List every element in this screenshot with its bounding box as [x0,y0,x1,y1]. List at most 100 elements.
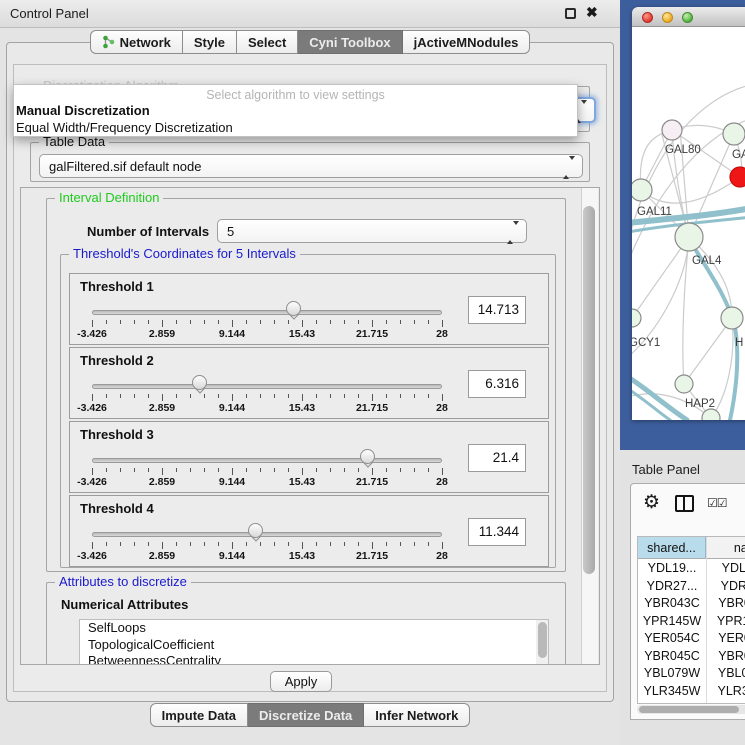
tick-mark [232,320,233,327]
scrollbar-thumb[interactable] [639,706,739,713]
network-node-node-red[interactable] [730,167,745,187]
tab-jactivemnodules[interactable]: jActiveMNodules [403,30,531,54]
table-cell[interactable]: YER054C [707,630,745,648]
slider-track[interactable] [92,458,442,463]
table-cell[interactable]: YLR345W [638,683,706,701]
table-row[interactable]: YBL079WYBL079W [638,665,745,683]
tick-mark [400,394,401,398]
table-row[interactable]: YLR345WYLR345W [638,683,745,701]
tick-mark [274,542,275,546]
tick-mark [386,320,387,324]
attribute-list-item[interactable]: BetweennessCentrality [80,653,548,665]
table-row[interactable]: YER054CYER054C [638,630,745,648]
table-cell[interactable]: YER054C [638,630,706,648]
tick-mark [358,394,359,398]
tick-mark [134,468,135,472]
slider-thumb[interactable] [192,375,208,397]
table-cell[interactable]: YIL052C [707,700,745,704]
minimize-traffic-light-icon[interactable] [662,12,673,23]
threshold-value-field[interactable]: 11.344 [468,518,526,546]
number-of-intervals-value: 5 [227,224,234,239]
threshold-value-field[interactable]: 21.4 [468,444,526,472]
table-cell[interactable]: YDL19... [707,560,745,578]
network-edge[interactable] [641,177,740,203]
network-node-hap2[interactable] [675,375,693,393]
table-cell[interactable]: YDR27... [707,578,745,596]
tick-mark [288,394,289,398]
network-node-gcy1[interactable] [632,309,641,327]
table-row[interactable]: YDR27...YDR27... [638,578,745,596]
slider-track[interactable] [92,532,442,537]
scrollbar-thumb[interactable] [583,206,595,574]
table-cell[interactable]: YBR045C [707,648,745,666]
tab-infer-network[interactable]: Infer Network [364,703,470,727]
tab-cyni-toolbox[interactable]: Cyni Toolbox [298,30,402,54]
column-header-name[interactable]: na... [707,537,745,559]
network-node-gal4[interactable] [675,223,703,251]
tab-style[interactable]: Style [183,30,237,54]
tick-mark [372,320,373,327]
table-data-combobox[interactable]: galFiltered.sif default node [39,154,583,178]
vertical-scrollbar[interactable] [581,188,598,664]
slider-thumb[interactable] [286,301,302,323]
threshold-value-field[interactable]: 14.713 [468,296,526,324]
table-cell[interactable]: YBR043C [638,595,706,613]
apply-button[interactable]: Apply [270,671,332,692]
tab-discretize-data[interactable]: Discretize Data [248,703,364,727]
slider-thumb[interactable] [248,523,264,545]
numerical-attributes-list[interactable]: SelfLoopsTopologicalCoefficientBetweenne… [79,619,549,665]
attribute-list-item[interactable]: SelfLoops [80,620,548,637]
network-node-node-top-right[interactable] [723,123,745,145]
tab-network[interactable]: Network [90,30,183,54]
network-node-gal80[interactable] [662,120,682,140]
threshold-value-field[interactable]: 6.316 [468,370,526,398]
table-cell[interactable]: YDL19... [638,560,706,578]
table-row[interactable]: YBR043CYBR043C [638,595,745,613]
table-cell[interactable]: YPR145W [707,613,745,631]
network-node-node-right-mid[interactable] [721,307,743,329]
slider-track[interactable] [92,384,442,389]
select-columns-checkboxes-icon[interactable]: ☑☑ [707,496,727,510]
slider-track[interactable] [92,310,442,315]
tick-label: 21.715 [356,476,388,488]
tick-mark [176,542,177,546]
columns-icon[interactable] [675,495,694,512]
table-cell[interactable]: YLR345W [707,683,745,701]
tick-mark [176,468,177,472]
close-traffic-light-icon[interactable] [642,12,653,23]
tick-label: 28 [436,476,448,488]
tab-select[interactable]: Select [237,30,298,54]
network-canvas[interactable]: GAL80GAGAL11GAL4GCY1HHAP2 [632,27,745,420]
node-attribute-table[interactable]: shared... na... YDL19...YDL19...YDR27...… [637,536,745,704]
table-cell[interactable]: YPR145W [638,613,706,631]
table-cell[interactable]: YBL079W [707,665,745,683]
table-row[interactable]: YDL19...YDL19... [638,560,745,578]
zoom-traffic-light-icon[interactable] [682,12,693,23]
list-scrollbar[interactable] [536,620,548,664]
table-row[interactable]: YIL052CYIL052C [638,700,745,704]
float-window-icon[interactable] [565,8,576,19]
attribute-list-item[interactable]: TopologicalCoefficient [80,637,548,654]
slider-thumb[interactable] [360,449,376,471]
table-cell[interactable]: YBR045C [638,648,706,666]
tick-mark [386,468,387,472]
tick-mark [274,394,275,398]
gear-icon[interactable]: ⚙ [643,491,660,514]
horizontal-scrollbar[interactable] [637,705,745,714]
table-cell[interactable]: YIL052C [638,700,706,704]
network-node-gal11[interactable] [632,179,652,201]
table-row[interactable]: YPR145WYPR145W [638,613,745,631]
network-edge[interactable] [684,318,732,384]
popup-option-equal-width-frequency-discretization[interactable]: Equal Width/Frequency Discretization [16,120,233,135]
column-header-shared-name[interactable]: shared... [638,537,706,559]
table-cell[interactable]: YBL079W [638,665,706,683]
tab-impute-data[interactable]: Impute Data [150,703,248,727]
close-icon[interactable]: ✖ [586,4,598,21]
table-cell[interactable]: YDR27... [638,578,706,596]
popup-option-manual-discretization[interactable]: Manual Discretization [16,103,150,118]
tick-label: 15.43 [289,402,315,414]
tick-mark [344,320,345,324]
table-row[interactable]: YBR045CYBR045C [638,648,745,666]
number-of-intervals-combobox[interactable]: 5 [217,219,527,243]
table-cell[interactable]: YBR043C [707,595,745,613]
